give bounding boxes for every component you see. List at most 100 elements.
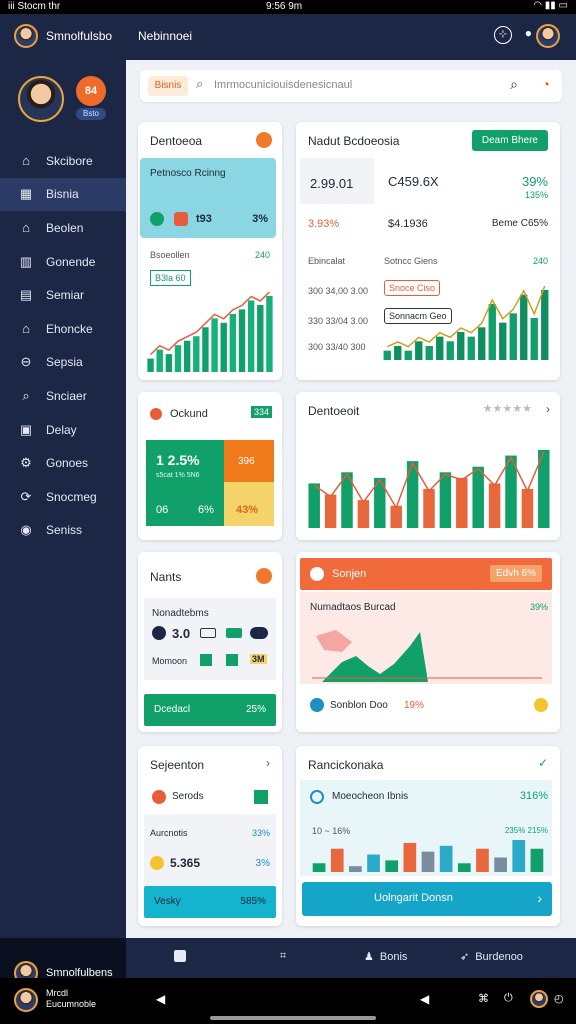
card-header: Sonjen Edvh 6% xyxy=(300,558,552,590)
ball-icon xyxy=(256,568,272,584)
power-icon[interactable]: ⏻ xyxy=(504,992,513,1005)
chart-bar xyxy=(367,854,380,872)
deam-button[interactable]: Deam Bhere xyxy=(471,130,548,151)
user-avatar[interactable] xyxy=(536,24,560,48)
inner-pct: 316% xyxy=(519,790,548,802)
link-icon: ⊖ xyxy=(20,354,32,370)
sys-avatar-2[interactable] xyxy=(530,990,548,1008)
card-rancickonaka[interactable]: Rancickonaka ✓ Moeocheon Ibnis 316% 10 ~… xyxy=(296,746,560,926)
vesky-button[interactable]: Vesky 585% xyxy=(144,886,276,918)
header-tag[interactable]: Edvh 6% xyxy=(489,565,542,582)
profile-avatar xyxy=(18,76,64,122)
card-title: Sejeenton xyxy=(150,758,205,772)
sub-label: Bsoeollen xyxy=(150,250,190,260)
sidebar-item[interactable]: ⌂ Beolen xyxy=(0,211,126,245)
green-square-icon xyxy=(254,790,268,804)
profile[interactable]: 84 Bsto xyxy=(16,76,112,136)
sub-value: 240 xyxy=(254,250,270,260)
button-label: Dcedacl xyxy=(154,704,191,715)
sys-name-2: Eucumnoble xyxy=(46,999,97,1009)
card-dentoeoa[interactable]: Dentoeoa Petnosco Rcinng t93 3% Bsoeolle… xyxy=(138,122,282,380)
rocket-icon: ➶ xyxy=(460,951,470,963)
chart-rancickonaka xyxy=(312,840,544,872)
sidebar-item-label: Semiar xyxy=(46,288,85,303)
search-input[interactable]: Imrmocuniciouisdenesicnaul xyxy=(214,79,352,91)
rating-stars-icon[interactable]: ★★★★★ xyxy=(483,402,532,415)
chart-bar xyxy=(415,341,423,360)
footer-label: Sonblon Doo xyxy=(330,700,388,711)
sidebar-item[interactable]: ⟳ Snocmeg xyxy=(0,480,126,514)
stat-pct: 3% xyxy=(252,213,268,225)
sidebar-item[interactable]: ▥ Gonende xyxy=(0,245,126,279)
home-icon xyxy=(174,950,186,962)
card-nants[interactable]: Nants Nonadtebms 3.0 Momoon 3M Dcedacl 2… xyxy=(138,552,282,732)
back-icon[interactable]: ◀ xyxy=(420,992,429,1006)
chevron-right-icon[interactable]: › xyxy=(546,402,550,416)
chart-bar xyxy=(165,354,173,372)
grid-icon: ⌗ xyxy=(280,950,287,962)
navy-pill-icon xyxy=(250,627,268,639)
stat-value: t93 xyxy=(196,213,212,225)
volume-icon[interactable]: ◀ xyxy=(156,992,165,1006)
sidebar-item[interactable]: ▤ Semiar xyxy=(0,278,126,312)
chart-bar xyxy=(229,313,237,372)
tile-value-3: 6% xyxy=(198,504,214,516)
card-dentoeoit[interactable]: Dentoeoit ★★★★★ › xyxy=(296,392,560,540)
uolngarit-button[interactable]: Uolngarit Donsn › xyxy=(302,882,552,916)
search-button-icon[interactable]: ⌕ xyxy=(510,76,518,93)
profile-badge: 84 xyxy=(76,76,106,106)
chart-bar xyxy=(266,296,273,372)
chevron-right-icon[interactable]: › xyxy=(266,756,270,770)
card-sejeenton[interactable]: Sejeenton › Serods Aurcnotis 33% 5.365 3… xyxy=(138,746,282,926)
grid-icon[interactable]: ⌘ xyxy=(478,992,489,1005)
bottom-icon-2[interactable]: ⌗ xyxy=(280,950,286,963)
sidebar-item[interactable]: ⚙ Gonoes xyxy=(0,446,126,480)
inner-sub-2: 235% 215% xyxy=(504,826,548,835)
clock-icon[interactable]: ◴ xyxy=(554,992,564,1005)
chevron-right-icon: › xyxy=(537,890,542,906)
brand[interactable]: Smnolfulsbo xyxy=(14,24,112,48)
chart-bar xyxy=(457,332,465,360)
sidebar-item[interactable]: ◉ Seniss xyxy=(0,514,126,548)
card-nadut[interactable]: Nadut Bcdoeosia Deam Bhere 2.99.01 C459.… xyxy=(296,122,560,380)
sidebar-item[interactable]: ⊖ Sepsia xyxy=(0,346,126,380)
sys-user: Mrcdl Eucumnoble xyxy=(46,988,96,1010)
stat-title: Petnosco Rcinng xyxy=(150,168,226,179)
sys-avatar[interactable] xyxy=(14,988,38,1012)
card-ockund[interactable]: Ockund 334 1 2.5% s5cat 1% 5N6 396 06 6%… xyxy=(138,392,282,540)
status-time: 9:56 9m xyxy=(266,1,303,12)
dcedacl-button[interactable]: Dcedacl 25% xyxy=(144,694,276,726)
bell-icon[interactable]: ● xyxy=(525,26,532,40)
filter-icon[interactable]: ◔ xyxy=(542,76,550,92)
chart-bar xyxy=(499,322,507,360)
inner-title: Moeocheon Ibnis xyxy=(332,791,409,802)
search-filter-pill[interactable]: Bisnis xyxy=(148,76,188,96)
bottom-icon-1[interactable] xyxy=(174,950,186,962)
settings-icon[interactable]: ⊹ xyxy=(494,26,512,44)
inner-title: Nonadtebms xyxy=(152,608,209,619)
card-title: Sonjen xyxy=(332,568,367,580)
home-indicator[interactable] xyxy=(210,1016,376,1020)
chart-bar xyxy=(467,336,475,360)
sidebar-item[interactable]: ▣ Delay xyxy=(0,413,126,447)
card-sonjen[interactable]: Sonjen Edvh 6% Numadtaos Burcad 39% Sonb… xyxy=(296,552,560,732)
value-4: 135% xyxy=(524,190,548,200)
search-icon: ⌕ xyxy=(22,387,30,403)
sidebar-item[interactable]: ⌂ Skcibore xyxy=(0,144,126,178)
search-bar[interactable]: Bisnis ⌕ Imrmocuniciouisdenesicnaul ⌕ ◔ xyxy=(140,70,562,102)
bottom-item-bonis[interactable]: ♟ Bonis xyxy=(364,950,407,964)
row-label: Momoon xyxy=(152,656,188,666)
chart-dentoeoa xyxy=(147,291,273,372)
chart-bar xyxy=(349,866,362,872)
status-icons: ◠ ▮▮ ▭ xyxy=(533,0,568,11)
sidebar-item[interactable]: ⌕ Snciaer xyxy=(0,379,126,413)
bottom-item-burdenoo[interactable]: ➶ Burdenoo xyxy=(460,950,523,964)
axis-row-3: 300 33/40 300 xyxy=(308,342,366,352)
sidebar-item[interactable]: ⌂ Ehoncke xyxy=(0,312,126,346)
nav-list: ⌂ Skcibore ▦ Bisnia ⌂ Beolen ▥ Gonende ▤ Semiar ⌂ E… xyxy=(0,144,126,547)
sidebar-item[interactable]: ▦ Bisnia xyxy=(0,177,126,212)
status-left: iii Stocm thr xyxy=(8,1,61,12)
chart-bar xyxy=(439,845,453,872)
chart-bar xyxy=(425,346,433,360)
info-icon xyxy=(310,698,324,712)
